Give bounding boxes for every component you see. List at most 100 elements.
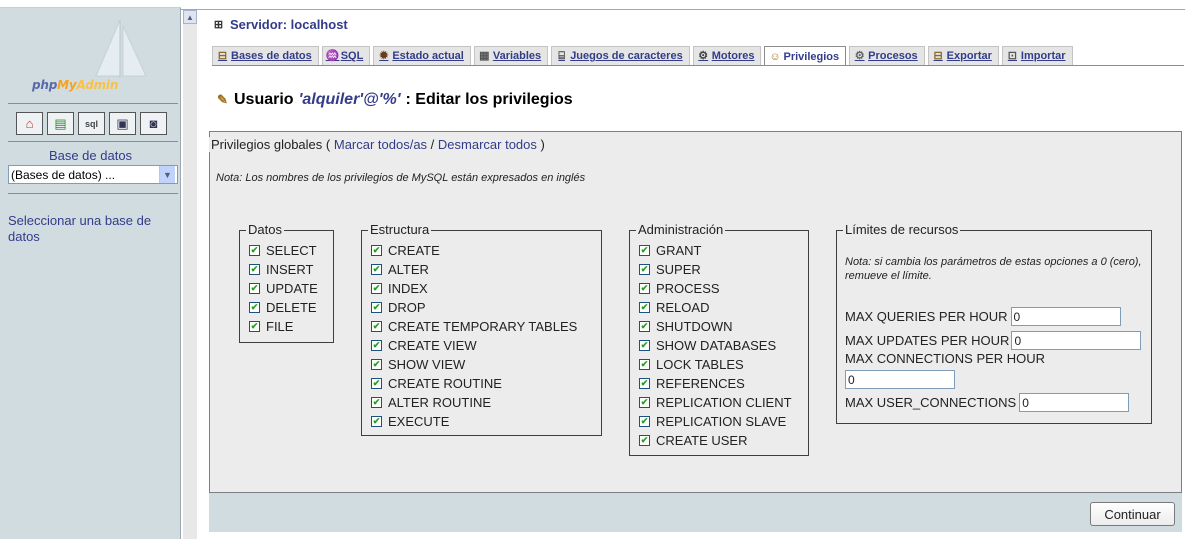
checked-checkbox-icon[interactable]: ✔ — [249, 245, 260, 256]
docs-icon[interactable]: ▣ — [109, 112, 136, 135]
privilege-checkbox-replication-client[interactable]: ✔ REPLICATION CLIENT — [639, 393, 792, 412]
privilege-checkbox-references[interactable]: ✔ REFERENCES — [639, 374, 792, 393]
legend-prefix: Privilegios globales ( — [211, 137, 331, 152]
checked-checkbox-icon[interactable]: ✔ — [249, 283, 260, 294]
checked-checkbox-icon[interactable]: ✔ — [639, 264, 650, 275]
checked-checkbox-icon[interactable]: ✔ — [371, 321, 382, 332]
checked-checkbox-icon[interactable]: ✔ — [371, 359, 382, 370]
logo-php: php — [32, 78, 58, 92]
max-updates-input[interactable]: 0 — [1011, 331, 1142, 350]
tab-privilegios[interactable]: ☺ Privilegios — [764, 46, 847, 66]
privilege-label: SHOW DATABASES — [656, 338, 777, 353]
checked-checkbox-icon[interactable]: ✔ — [249, 321, 260, 332]
tab-exportar[interactable]: ⊟ Exportar — [927, 46, 999, 65]
max-queries-input[interactable]: 0 — [1010, 307, 1121, 326]
edit-privileges-icon: ✎ — [217, 92, 228, 107]
checked-checkbox-icon[interactable]: ✔ — [249, 302, 260, 313]
database-select[interactable]: (Bases de datos) ... ▼ — [8, 165, 178, 184]
privilege-checkbox-show-databases[interactable]: ✔ SHOW DATABASES — [639, 336, 792, 355]
tab-label: Bases de datos — [231, 50, 312, 62]
privilege-checkbox-reload[interactable]: ✔ RELOAD — [639, 298, 792, 317]
datos-list: ✔ SELECT ✔ INSERT ✔ UPDATE ✔ DELETE ✔ FILE — [249, 241, 318, 336]
privilege-label: ALTER — [388, 262, 429, 277]
server-title[interactable]: ⊞ Servidor: localhost — [212, 17, 348, 32]
page-title-user: 'alquiler'@'%' — [298, 91, 401, 108]
checked-checkbox-icon[interactable]: ✔ — [639, 245, 650, 256]
frame-splitter[interactable] — [183, 10, 197, 539]
privilege-label: REPLICATION SLAVE — [656, 414, 787, 429]
privilege-label: RELOAD — [656, 300, 710, 315]
privilege-checkbox-create[interactable]: ✔ CREATE — [371, 241, 577, 260]
uncheck-all-link[interactable]: Desmarcar todos — [438, 137, 537, 152]
checked-checkbox-icon[interactable]: ✔ — [371, 264, 382, 275]
checked-checkbox-icon[interactable]: ✔ — [371, 416, 382, 427]
continue-button[interactable]: Continuar — [1090, 502, 1175, 526]
checked-checkbox-icon[interactable]: ✔ — [639, 435, 650, 446]
privilege-checkbox-delete[interactable]: ✔ DELETE — [249, 298, 318, 317]
privilege-checkbox-create-view[interactable]: ✔ CREATE VIEW — [371, 336, 577, 355]
privilege-checkbox-drop[interactable]: ✔ DROP — [371, 298, 577, 317]
tab-juegos-de-caracteres[interactable]: ⌸ Juegos de caracteres — [551, 46, 690, 65]
privilege-checkbox-show-view[interactable]: ✔ SHOW VIEW — [371, 355, 577, 374]
help-icon[interactable]: ◙ — [140, 112, 167, 135]
privilege-checkbox-select[interactable]: ✔ SELECT — [249, 241, 318, 260]
query-window-icon[interactable]: ▤ — [47, 112, 74, 135]
privilege-checkbox-alter[interactable]: ✔ ALTER — [371, 260, 577, 279]
checked-checkbox-icon[interactable]: ✔ — [639, 416, 650, 427]
scroll-up-arrow-icon[interactable]: ▲ — [183, 10, 197, 24]
privilege-checkbox-create-routine[interactable]: ✔ CREATE ROUTINE — [371, 374, 577, 393]
max-queries-row: MAX QUERIES PER HOUR 0 — [845, 307, 1121, 326]
checked-checkbox-icon[interactable]: ✔ — [371, 340, 382, 351]
privilege-label: SUPER — [656, 262, 701, 277]
privilege-checkbox-replication-slave[interactable]: ✔ REPLICATION SLAVE — [639, 412, 792, 431]
checked-checkbox-icon[interactable]: ✔ — [371, 378, 382, 389]
server-title-text: Servidor: localhost — [230, 17, 348, 32]
privilege-checkbox-insert[interactable]: ✔ INSERT — [249, 260, 318, 279]
max-connections-input[interactable]: 0 — [845, 370, 955, 389]
privilege-checkbox-create-user[interactable]: ✔ CREATE USER — [639, 431, 792, 450]
checked-checkbox-icon[interactable]: ✔ — [639, 302, 650, 313]
privilege-checkbox-execute[interactable]: ✔ EXECUTE — [371, 412, 577, 431]
tab-procesos[interactable]: ⚙ Procesos — [849, 46, 925, 65]
tab-sql[interactable]: ♒ SQL — [321, 46, 371, 65]
privilege-checkbox-lock-tables[interactable]: ✔ LOCK TABLES — [639, 355, 792, 374]
checked-checkbox-icon[interactable]: ✔ — [639, 340, 650, 351]
tab-motores[interactable]: ⚙ Motores — [692, 46, 762, 65]
sql-icon: ♒ — [325, 50, 340, 62]
privilege-checkbox-index[interactable]: ✔ INDEX — [371, 279, 577, 298]
privilege-checkbox-process[interactable]: ✔ PROCESS — [639, 279, 792, 298]
checked-checkbox-icon[interactable]: ✔ — [249, 264, 260, 275]
checked-checkbox-icon[interactable]: ✔ — [639, 359, 650, 370]
checked-checkbox-icon[interactable]: ✔ — [371, 302, 382, 313]
tab-variables[interactable]: ▦ Variables — [473, 46, 549, 65]
divider — [8, 103, 178, 104]
tab-importar[interactable]: ⊡ Importar — [1001, 46, 1073, 65]
privilege-checkbox-create-temporary-tables[interactable]: ✔ CREATE TEMPORARY TABLES — [371, 317, 577, 336]
checked-checkbox-icon[interactable]: ✔ — [639, 321, 650, 332]
server-icon: ⊞ — [213, 18, 224, 31]
privilege-label: CREATE VIEW — [388, 338, 477, 353]
checked-checkbox-icon[interactable]: ✔ — [371, 245, 382, 256]
tab-label: Procesos — [868, 50, 918, 62]
check-all-link[interactable]: Marcar todos/as — [334, 137, 427, 152]
max-user-connections-input[interactable]: 0 — [1019, 393, 1130, 412]
checked-checkbox-icon[interactable]: ✔ — [639, 397, 650, 408]
privilege-checkbox-update[interactable]: ✔ UPDATE — [249, 279, 318, 298]
checked-checkbox-icon[interactable]: ✔ — [371, 283, 382, 294]
privilege-checkbox-shutdown[interactable]: ✔ SHUTDOWN — [639, 317, 792, 336]
tab-bases-de-datos[interactable]: ⊟ Bases de datos — [212, 46, 319, 65]
privilege-checkbox-file[interactable]: ✔ FILE — [249, 317, 318, 336]
privilege-checkbox-alter-routine[interactable]: ✔ ALTER ROUTINE — [371, 393, 577, 412]
privilege-checkbox-super[interactable]: ✔ SUPER — [639, 260, 792, 279]
charset-icon: ⌸ — [558, 50, 565, 62]
chevron-down-icon[interactable]: ▼ — [159, 166, 175, 183]
checked-checkbox-icon[interactable]: ✔ — [639, 378, 650, 389]
tab-estado-actual[interactable]: ✹ Estado actual — [373, 46, 471, 65]
privilege-checkbox-grant[interactable]: ✔ GRANT — [639, 241, 792, 260]
checked-checkbox-icon[interactable]: ✔ — [371, 397, 382, 408]
home-icon[interactable]: ⌂ — [16, 112, 43, 135]
logo-area[interactable]: phpMyAdmin — [0, 8, 181, 104]
checked-checkbox-icon[interactable]: ✔ — [639, 283, 650, 294]
sql-icon[interactable]: sql — [78, 112, 105, 135]
import-icon: ⊡ — [1007, 50, 1018, 62]
